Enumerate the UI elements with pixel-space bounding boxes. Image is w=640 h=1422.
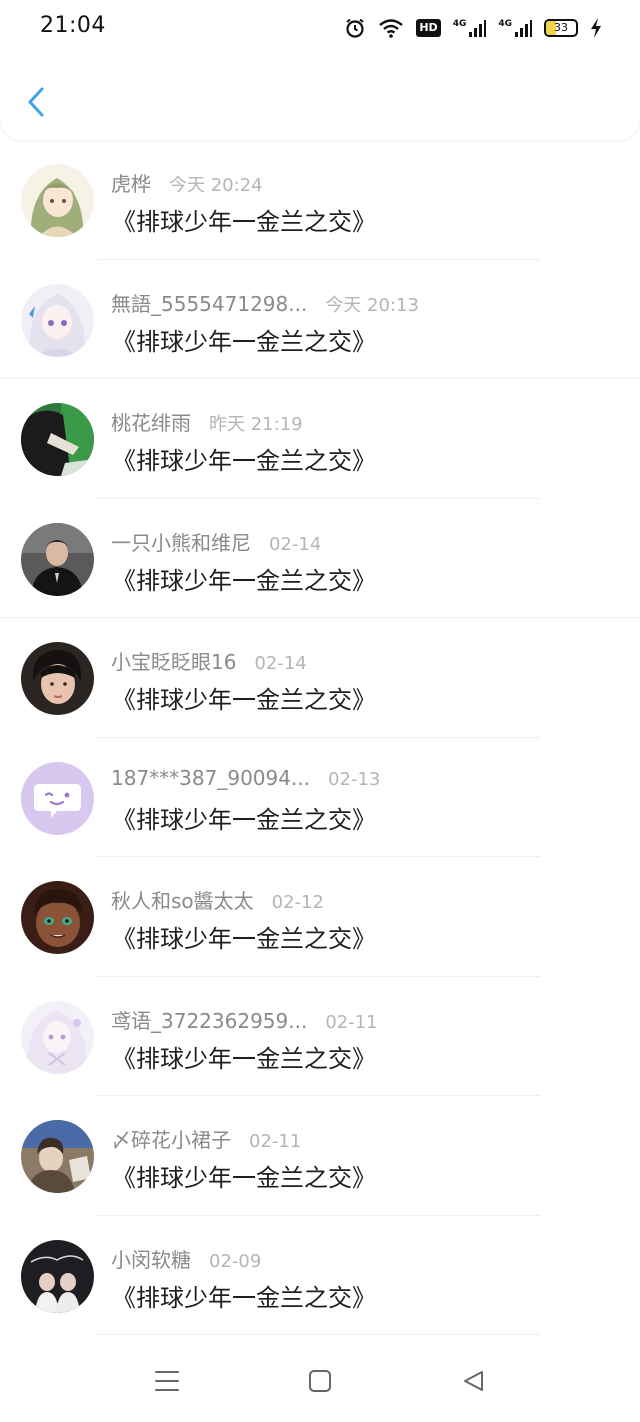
comment-text: 《排球少年一金兰之交》 bbox=[112, 208, 376, 236]
username[interactable]: 187***387_90094... bbox=[111, 766, 310, 790]
menu-button[interactable] bbox=[152, 1368, 182, 1398]
wifi-icon bbox=[378, 18, 404, 38]
home-button[interactable] bbox=[305, 1368, 335, 1398]
comment-row[interactable]: 〆碎花小裙子 02-11 《排球少年一金兰之交》 bbox=[0, 1096, 640, 1216]
signal-icon: 4G bbox=[498, 19, 532, 37]
username[interactable]: 小宝眨眨眼16 bbox=[111, 646, 236, 675]
comment-meta: 鸢语_3722362959... 02-11 bbox=[111, 1005, 378, 1034]
avatar[interactable] bbox=[21, 1120, 94, 1193]
comment-list: 虎桦 今天 20:24 《排球少年一金兰之交》 無語_5555471298...… bbox=[0, 140, 640, 1335]
avatar[interactable] bbox=[21, 164, 94, 237]
comment-meta: 〆碎花小裙子 02-11 bbox=[111, 1124, 301, 1153]
timestamp: 今天 20:24 bbox=[169, 175, 263, 196]
timestamp: 02-09 bbox=[209, 1250, 262, 1272]
comment-meta: 秋人和so醬太太 02-12 bbox=[111, 885, 324, 914]
timestamp: 今天 20:13 bbox=[325, 294, 419, 316]
comment-text: 《排球少年一金兰之交》 bbox=[112, 805, 376, 834]
comment-row[interactable]: 秋人和so醬太太 02-12 《排球少年一金兰之交》 bbox=[0, 857, 640, 977]
avatar[interactable] bbox=[21, 761, 94, 835]
comment-row[interactable]: 187***387_90094... 02-13 《排球少年一金兰之交》 bbox=[0, 738, 640, 857]
status-bar: 21:04 HD 4G 4G 33 bbox=[0, 0, 640, 56]
username[interactable]: 〆碎花小裙子 bbox=[111, 1124, 231, 1153]
comment-row[interactable]: 無語_5555471298... 今天 20:13 《排球少年一金兰之交》 bbox=[0, 260, 640, 379]
comment-text: 《排球少年一金兰之交》 bbox=[112, 566, 376, 595]
comment-meta: 桃花绯雨 昨天 21:19 bbox=[111, 407, 303, 436]
username[interactable]: 無語_5555471298... bbox=[111, 288, 307, 317]
network-type-label: 4G bbox=[498, 19, 512, 29]
timestamp: 02-13 bbox=[328, 768, 381, 790]
comment-row[interactable]: 鸢语_3722362959... 02-11 《排球少年一金兰之交》 bbox=[0, 977, 640, 1096]
chevron-left-icon bbox=[26, 86, 46, 122]
app-header: 21:04 HD 4G 4G 33 bbox=[0, 0, 640, 140]
comment-text: 《排球少年一金兰之交》 bbox=[112, 1044, 376, 1073]
back-nav-button[interactable] bbox=[458, 1368, 488, 1398]
username[interactable]: 秋人和so醬太太 bbox=[111, 885, 254, 914]
comment-meta: 小闵软糖 02-09 bbox=[111, 1244, 261, 1273]
network-type-label: 4G bbox=[452, 19, 467, 29]
comment-row[interactable]: 一只小熊和维尼 02-14 《排球少年一金兰之交》 bbox=[0, 499, 640, 618]
comment-row[interactable]: 桃花绯雨 昨天 21:19 《排球少年一金兰之交》 bbox=[0, 379, 640, 499]
comment-text: 《排球少年一金兰之交》 bbox=[112, 1283, 376, 1312]
avatar[interactable] bbox=[21, 283, 94, 357]
username[interactable]: 虎桦 bbox=[111, 168, 151, 197]
timestamp: 02-12 bbox=[271, 892, 324, 913]
username[interactable]: 桃花绯雨 bbox=[111, 407, 191, 436]
avatar[interactable] bbox=[21, 403, 94, 476]
comment-meta: 小宝眨眨眼16 02-14 bbox=[111, 646, 307, 675]
back-triangle-icon bbox=[461, 1369, 485, 1397]
comment-meta: 一只小熊和维尼 02-14 bbox=[111, 527, 321, 556]
battery-icon: 33 bbox=[544, 19, 578, 37]
timestamp: 02-14 bbox=[269, 533, 322, 555]
divider bbox=[98, 1334, 540, 1335]
avatar[interactable] bbox=[21, 1000, 94, 1074]
comment-text: 《排球少年一金兰之交》 bbox=[112, 925, 376, 953]
comment-text: 《排球少年一金兰之交》 bbox=[112, 447, 376, 475]
timestamp: 02-11 bbox=[325, 1011, 378, 1033]
back-button[interactable] bbox=[18, 82, 54, 126]
menu-icon bbox=[154, 1369, 180, 1397]
charging-icon bbox=[590, 18, 602, 38]
comment-text: 《排球少年一金兰之交》 bbox=[112, 686, 376, 714]
avatar[interactable] bbox=[21, 881, 94, 954]
comment-meta: 無語_5555471298... 今天 20:13 bbox=[111, 288, 419, 317]
username[interactable]: 小闵软糖 bbox=[111, 1244, 191, 1273]
signal-icon: 4G bbox=[453, 19, 487, 37]
timestamp: 02-14 bbox=[254, 653, 307, 674]
comment-row[interactable]: 小宝眨眨眼16 02-14 《排球少年一金兰之交》 bbox=[0, 618, 640, 738]
comment-text: 《排球少年一金兰之交》 bbox=[112, 327, 376, 356]
hd-icon: HD bbox=[416, 19, 441, 37]
system-nav-bar bbox=[0, 1340, 640, 1422]
comment-meta: 187***387_90094... 02-13 bbox=[111, 766, 380, 790]
comment-meta: 虎桦 今天 20:24 bbox=[111, 168, 263, 197]
timestamp: 昨天 21:19 bbox=[209, 414, 303, 435]
status-icons: HD 4G 4G 33 bbox=[344, 14, 602, 42]
avatar[interactable] bbox=[21, 642, 94, 715]
comment-text: 《排球少年一金兰之交》 bbox=[112, 1164, 376, 1192]
username[interactable]: 鸢语_3722362959... bbox=[111, 1005, 307, 1034]
alarm-icon bbox=[344, 17, 366, 39]
avatar[interactable] bbox=[21, 522, 94, 596]
battery-level: 33 bbox=[554, 21, 568, 34]
comment-row[interactable]: 小闵软糖 02-09 《排球少年一金兰之交》 bbox=[0, 1216, 640, 1335]
comment-row[interactable]: 虎桦 今天 20:24 《排球少年一金兰之交》 bbox=[0, 140, 640, 260]
avatar[interactable] bbox=[21, 1239, 94, 1313]
timestamp: 02-11 bbox=[249, 1131, 302, 1152]
status-time: 21:04 bbox=[40, 13, 106, 38]
username[interactable]: 一只小熊和维尼 bbox=[111, 527, 251, 556]
home-square-icon bbox=[308, 1369, 332, 1397]
